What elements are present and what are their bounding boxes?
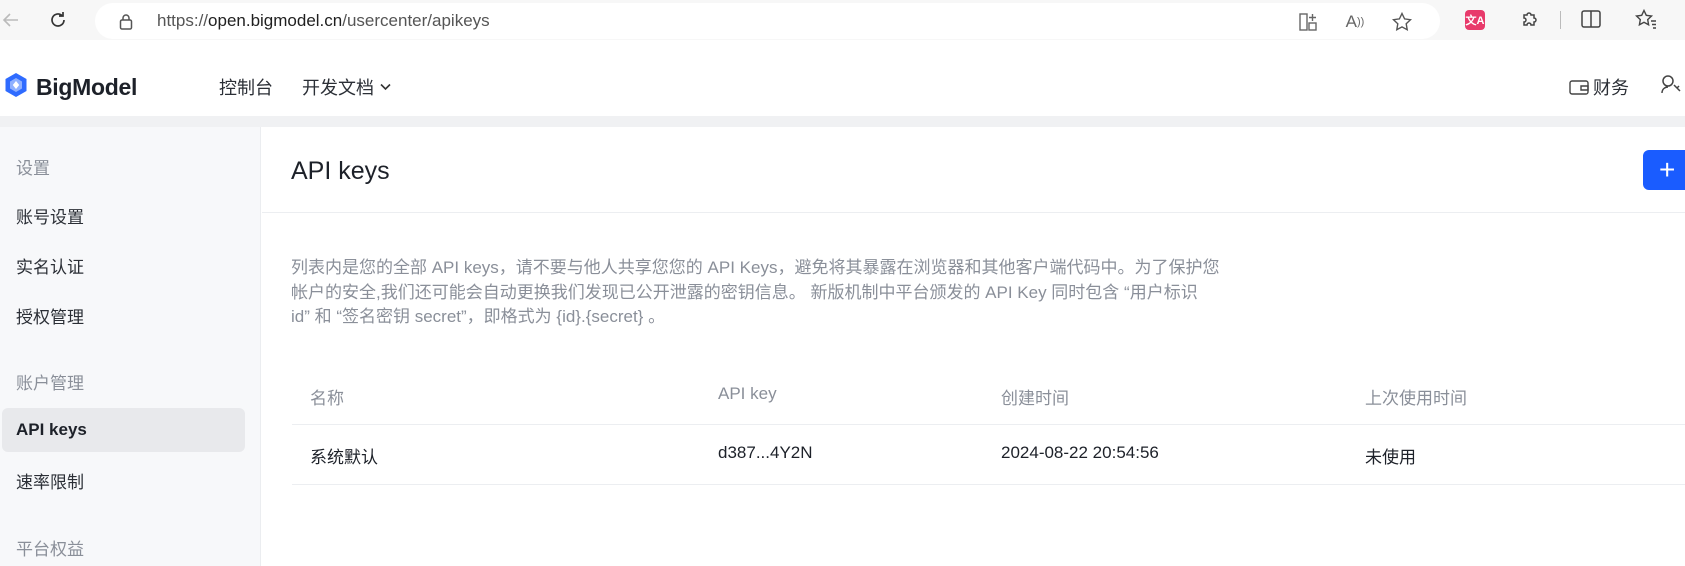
page-title: API keys — [291, 157, 390, 185]
wallet-icon — [1569, 79, 1589, 96]
sidebar-item-authorization[interactable]: 授权管理 — [2, 293, 245, 337]
back-icon[interactable] — [0, 8, 22, 32]
column-header-created: 创建时间 — [1001, 389, 1069, 408]
browser-toolbar: https://open.bigmodel.cn/usercenter/apik… — [0, 0, 1685, 40]
sidebar-item-account-settings[interactable]: 账号设置 — [2, 193, 245, 237]
header-divider-band — [0, 116, 1685, 127]
sidebar-group-settings: 设置 — [16, 159, 50, 178]
add-api-key-button[interactable]: + — [1643, 150, 1685, 190]
toolbar-divider — [1560, 11, 1561, 29]
column-header-last-used: 上次使用时间 — [1365, 389, 1467, 408]
cell-created: 2024-08-22 20:54:56 — [1001, 443, 1159, 462]
url-host: open.bigmodel.cn — [208, 11, 343, 30]
column-header-name: 名称 — [310, 389, 344, 408]
description-text: 列表内是您的全部 API keys，请不要与他人共享您您的 API Keys，避… — [291, 258, 1220, 326]
favorite-star-icon[interactable] — [1391, 11, 1413, 33]
sidebar-group-benefits: 平台权益 — [16, 540, 84, 559]
column-header-api-key: API key — [718, 384, 777, 403]
read-aloud-icon[interactable]: A)) — [1343, 11, 1367, 33]
address-bar[interactable]: https://open.bigmodel.cn/usercenter/apik… — [95, 3, 1440, 39]
favorites-icon[interactable] — [1634, 8, 1658, 30]
main-content: API keys — [262, 127, 1685, 566]
logo-text: BigModel — [36, 74, 138, 100]
nav-docs-label: 开发文档 — [302, 78, 374, 98]
refresh-icon[interactable] — [46, 8, 70, 32]
title-divider — [262, 212, 1685, 213]
sidebar-group-account: 账户管理 — [16, 374, 84, 393]
split-screen-icon[interactable] — [1579, 8, 1603, 30]
chevron-down-icon — [380, 83, 391, 91]
sidebar-item-real-name[interactable]: 实名认证 — [2, 243, 245, 287]
user-key-icon — [1660, 74, 1682, 94]
url-path: /usercenter/apikeys — [342, 11, 490, 30]
nav-docs[interactable]: 开发文档 — [302, 74, 391, 100]
url-prefix: https:// — [157, 11, 209, 30]
extensions-icon[interactable] — [1519, 8, 1541, 30]
translate-icon[interactable]: 文A — [1465, 10, 1485, 30]
cell-api-key[interactable]: d387...4Y2N — [718, 443, 813, 463]
nav-console[interactable]: 控制台 — [219, 74, 273, 100]
sidebar-item-rate-limit[interactable]: 速率限制 — [2, 458, 245, 502]
sidebar-item-api-keys[interactable]: API keys — [2, 408, 245, 452]
cell-name: 系统默认 — [310, 448, 378, 467]
lock-icon[interactable] — [117, 12, 135, 30]
finance-link[interactable]: 财务 — [1569, 74, 1629, 100]
split-view-icon[interactable] — [1297, 11, 1319, 33]
table-row: 系统默认 d387...4Y2N 2024-08-22 20:54:56 未使用 — [292, 426, 1685, 485]
logo[interactable]: BigModel — [4, 72, 137, 103]
finance-label: 财务 — [1593, 78, 1629, 98]
user-menu[interactable] — [1660, 74, 1682, 94]
logo-icon — [4, 72, 28, 103]
url-text[interactable]: https://open.bigmodel.cn/usercenter/apik… — [157, 11, 490, 31]
cell-last-used: 未使用 — [1365, 448, 1416, 467]
table-header: 名称 API key 创建时间 上次使用时间 — [292, 373, 1685, 425]
